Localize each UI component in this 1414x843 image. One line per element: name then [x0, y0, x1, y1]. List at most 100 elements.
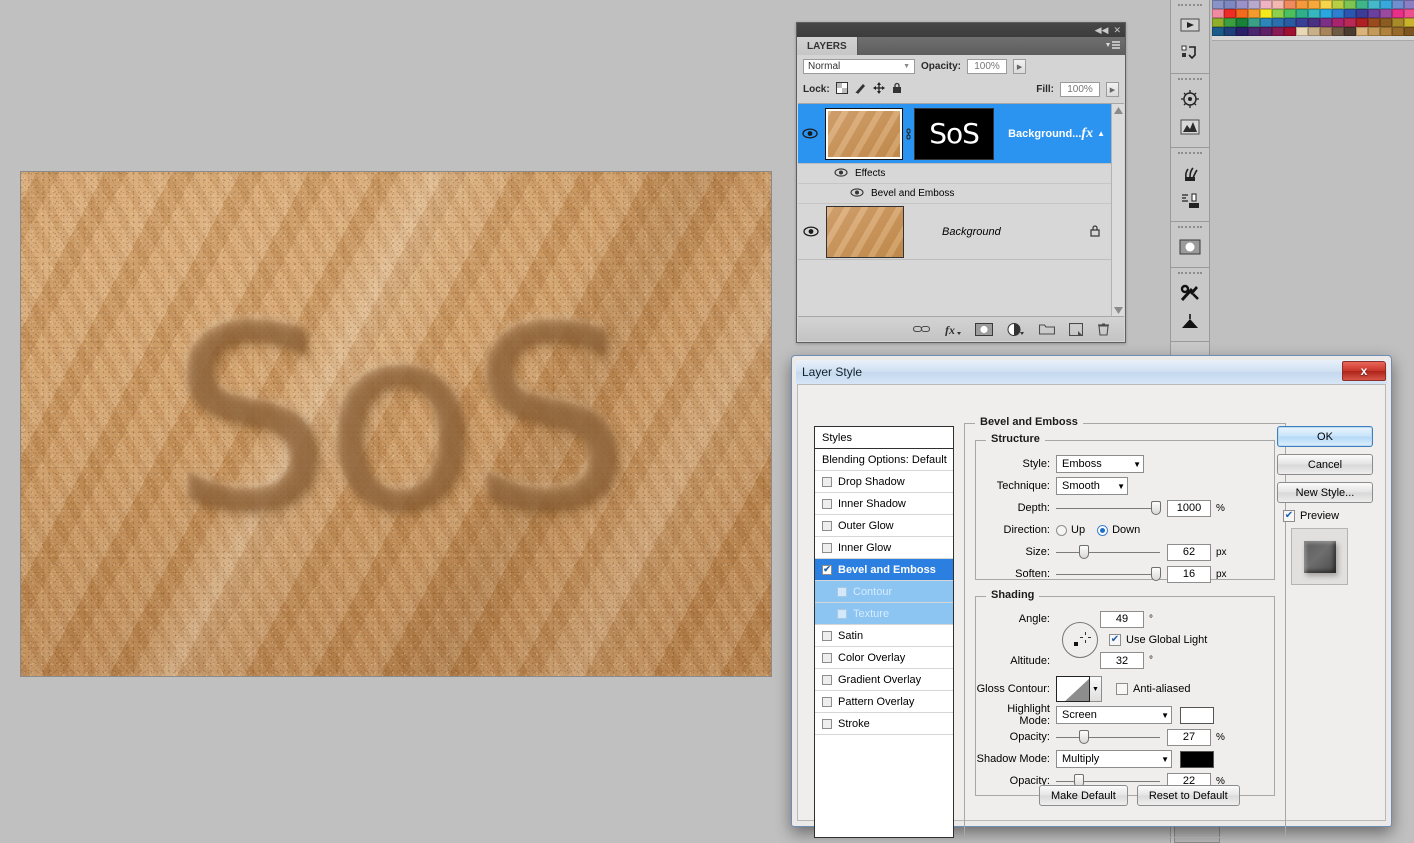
style-list-item[interactable]: Stroke [815, 713, 953, 735]
color-swatch[interactable] [1356, 18, 1368, 27]
layer-thumbnail[interactable] [826, 206, 904, 258]
delete-layer-icon[interactable] [1097, 322, 1110, 336]
highlight-color-swatch[interactable] [1180, 707, 1214, 724]
histogram-icon[interactable] [1177, 114, 1203, 140]
panel-menu-icon[interactable] [1106, 41, 1120, 54]
color-swatch[interactable] [1272, 27, 1284, 36]
scroll-up-icon[interactable] [1112, 104, 1124, 116]
color-swatch[interactable] [1380, 18, 1392, 27]
fill-input[interactable]: 100% [1060, 82, 1100, 97]
table-row[interactable]: Background [798, 204, 1111, 260]
highlight-opacity-input[interactable]: 27 [1167, 729, 1211, 746]
color-swatch[interactable] [1224, 9, 1236, 18]
style-list-item[interactable]: Texture [815, 603, 953, 625]
style-list-item[interactable]: Inner Glow [815, 537, 953, 559]
style-list-item[interactable]: Outer Glow [815, 515, 953, 537]
color-swatch[interactable] [1284, 0, 1296, 9]
color-swatch[interactable] [1248, 18, 1260, 27]
adjustments-icon[interactable] [1177, 308, 1203, 334]
color-swatch[interactable] [1272, 9, 1284, 18]
color-swatch[interactable] [1404, 18, 1414, 27]
color-swatch[interactable] [1284, 27, 1296, 36]
color-swatch[interactable] [1368, 18, 1380, 27]
color-swatch[interactable] [1296, 9, 1308, 18]
new-style-button[interactable]: New Style... [1277, 482, 1373, 503]
dialog-titlebar[interactable]: Layer Style x [796, 360, 1387, 384]
anti-aliased-checkbox[interactable] [1116, 683, 1128, 695]
soften-slider-knob[interactable] [1151, 567, 1161, 581]
style-enable-checkbox[interactable] [822, 719, 832, 729]
opacity-stepper[interactable]: ▶ [1013, 59, 1026, 74]
fill-stepper[interactable]: ▶ [1106, 82, 1119, 97]
style-enable-checkbox[interactable] [822, 653, 832, 663]
style-list-item[interactable]: ✔Bevel and Emboss [815, 559, 953, 581]
brush-presets-icon[interactable] [1177, 160, 1203, 186]
color-swatch[interactable] [1260, 0, 1272, 9]
navigator-icon[interactable] [1177, 86, 1203, 112]
style-list-item[interactable]: Contour [815, 581, 953, 603]
adjustment-layer-icon[interactable] [1007, 323, 1025, 336]
color-swatch[interactable] [1224, 0, 1236, 9]
panel-grip[interactable] [1178, 152, 1202, 157]
style-enable-checkbox[interactable] [822, 675, 832, 685]
new-group-icon[interactable] [1039, 323, 1055, 335]
direction-down-radio[interactable] [1097, 525, 1108, 536]
color-swatch[interactable] [1272, 18, 1284, 27]
color-swatch[interactable] [1356, 27, 1368, 36]
highlight-opacity-slider[interactable] [1056, 729, 1160, 745]
color-swatch[interactable] [1344, 9, 1356, 18]
mask-icon[interactable] [1177, 234, 1203, 260]
color-swatch[interactable] [1212, 18, 1224, 27]
style-list-item[interactable]: Blending Options: Default [815, 449, 953, 471]
direction-up-radio[interactable] [1056, 525, 1067, 536]
color-swatch[interactable] [1284, 18, 1296, 27]
collapse-icon[interactable]: ◀◀ [1095, 26, 1109, 35]
color-swatch[interactable] [1332, 27, 1344, 36]
gloss-contour-preview[interactable] [1056, 676, 1090, 702]
gloss-contour-dropdown-icon[interactable]: ▼ [1090, 676, 1102, 702]
lock-all-icon[interactable] [891, 82, 903, 97]
color-swatch[interactable] [1392, 9, 1404, 18]
add-style-icon[interactable]: fx [944, 323, 961, 336]
clone-source-icon[interactable] [1177, 188, 1203, 214]
highlight-mode-select[interactable]: Screen ▼ [1056, 706, 1172, 724]
color-swatch[interactable] [1380, 0, 1392, 9]
effect-item-row[interactable]: Bevel and Emboss [798, 184, 1111, 204]
style-list-item[interactable]: Gradient Overlay [815, 669, 953, 691]
size-input[interactable]: 62 [1167, 544, 1211, 561]
tab-layers[interactable]: LAYERS [797, 37, 858, 55]
table-row[interactable]: SoS Background... fx ▲ [798, 104, 1111, 164]
color-swatch[interactable] [1368, 9, 1380, 18]
color-swatch[interactable] [1296, 18, 1308, 27]
expand-effects-icon[interactable]: ▲ [1097, 129, 1111, 138]
highlight-opacity-knob[interactable] [1079, 730, 1089, 744]
blend-mode-select[interactable]: Normal ▼ [803, 59, 915, 74]
color-swatch[interactable] [1344, 0, 1356, 9]
layers-scrollbar[interactable] [1111, 104, 1124, 316]
color-swatch[interactable] [1368, 27, 1380, 36]
shadow-color-swatch[interactable] [1180, 751, 1214, 768]
color-swatch[interactable] [1236, 27, 1248, 36]
size-slider-knob[interactable] [1079, 545, 1089, 559]
color-swatch[interactable] [1248, 27, 1260, 36]
layer-visibility-toggle[interactable] [798, 226, 824, 237]
color-swatch[interactable] [1308, 18, 1320, 27]
style-enable-checkbox[interactable] [837, 587, 847, 597]
use-global-light-checkbox[interactable]: ✔ [1109, 634, 1121, 646]
depth-input[interactable]: 1000 [1167, 500, 1211, 517]
style-list-item[interactable]: Drop Shadow [815, 471, 953, 493]
angle-input[interactable]: 49 [1100, 611, 1144, 628]
color-swatch[interactable] [1272, 0, 1284, 9]
layer-mask-thumbnail[interactable]: SoS [914, 108, 994, 160]
color-swatch[interactable] [1308, 9, 1320, 18]
color-swatch[interactable] [1224, 18, 1236, 27]
color-swatch[interactable] [1344, 18, 1356, 27]
lock-transparency-icon[interactable] [836, 82, 848, 97]
style-list-item[interactable]: Satin [815, 625, 953, 647]
add-mask-icon[interactable] [975, 323, 993, 336]
opacity-input[interactable]: 100% [967, 59, 1007, 74]
lock-image-icon[interactable] [854, 82, 867, 97]
fx-badge-icon[interactable]: fx [1081, 126, 1097, 142]
color-swatch[interactable] [1236, 18, 1248, 27]
altitude-input[interactable]: 32 [1100, 652, 1144, 669]
